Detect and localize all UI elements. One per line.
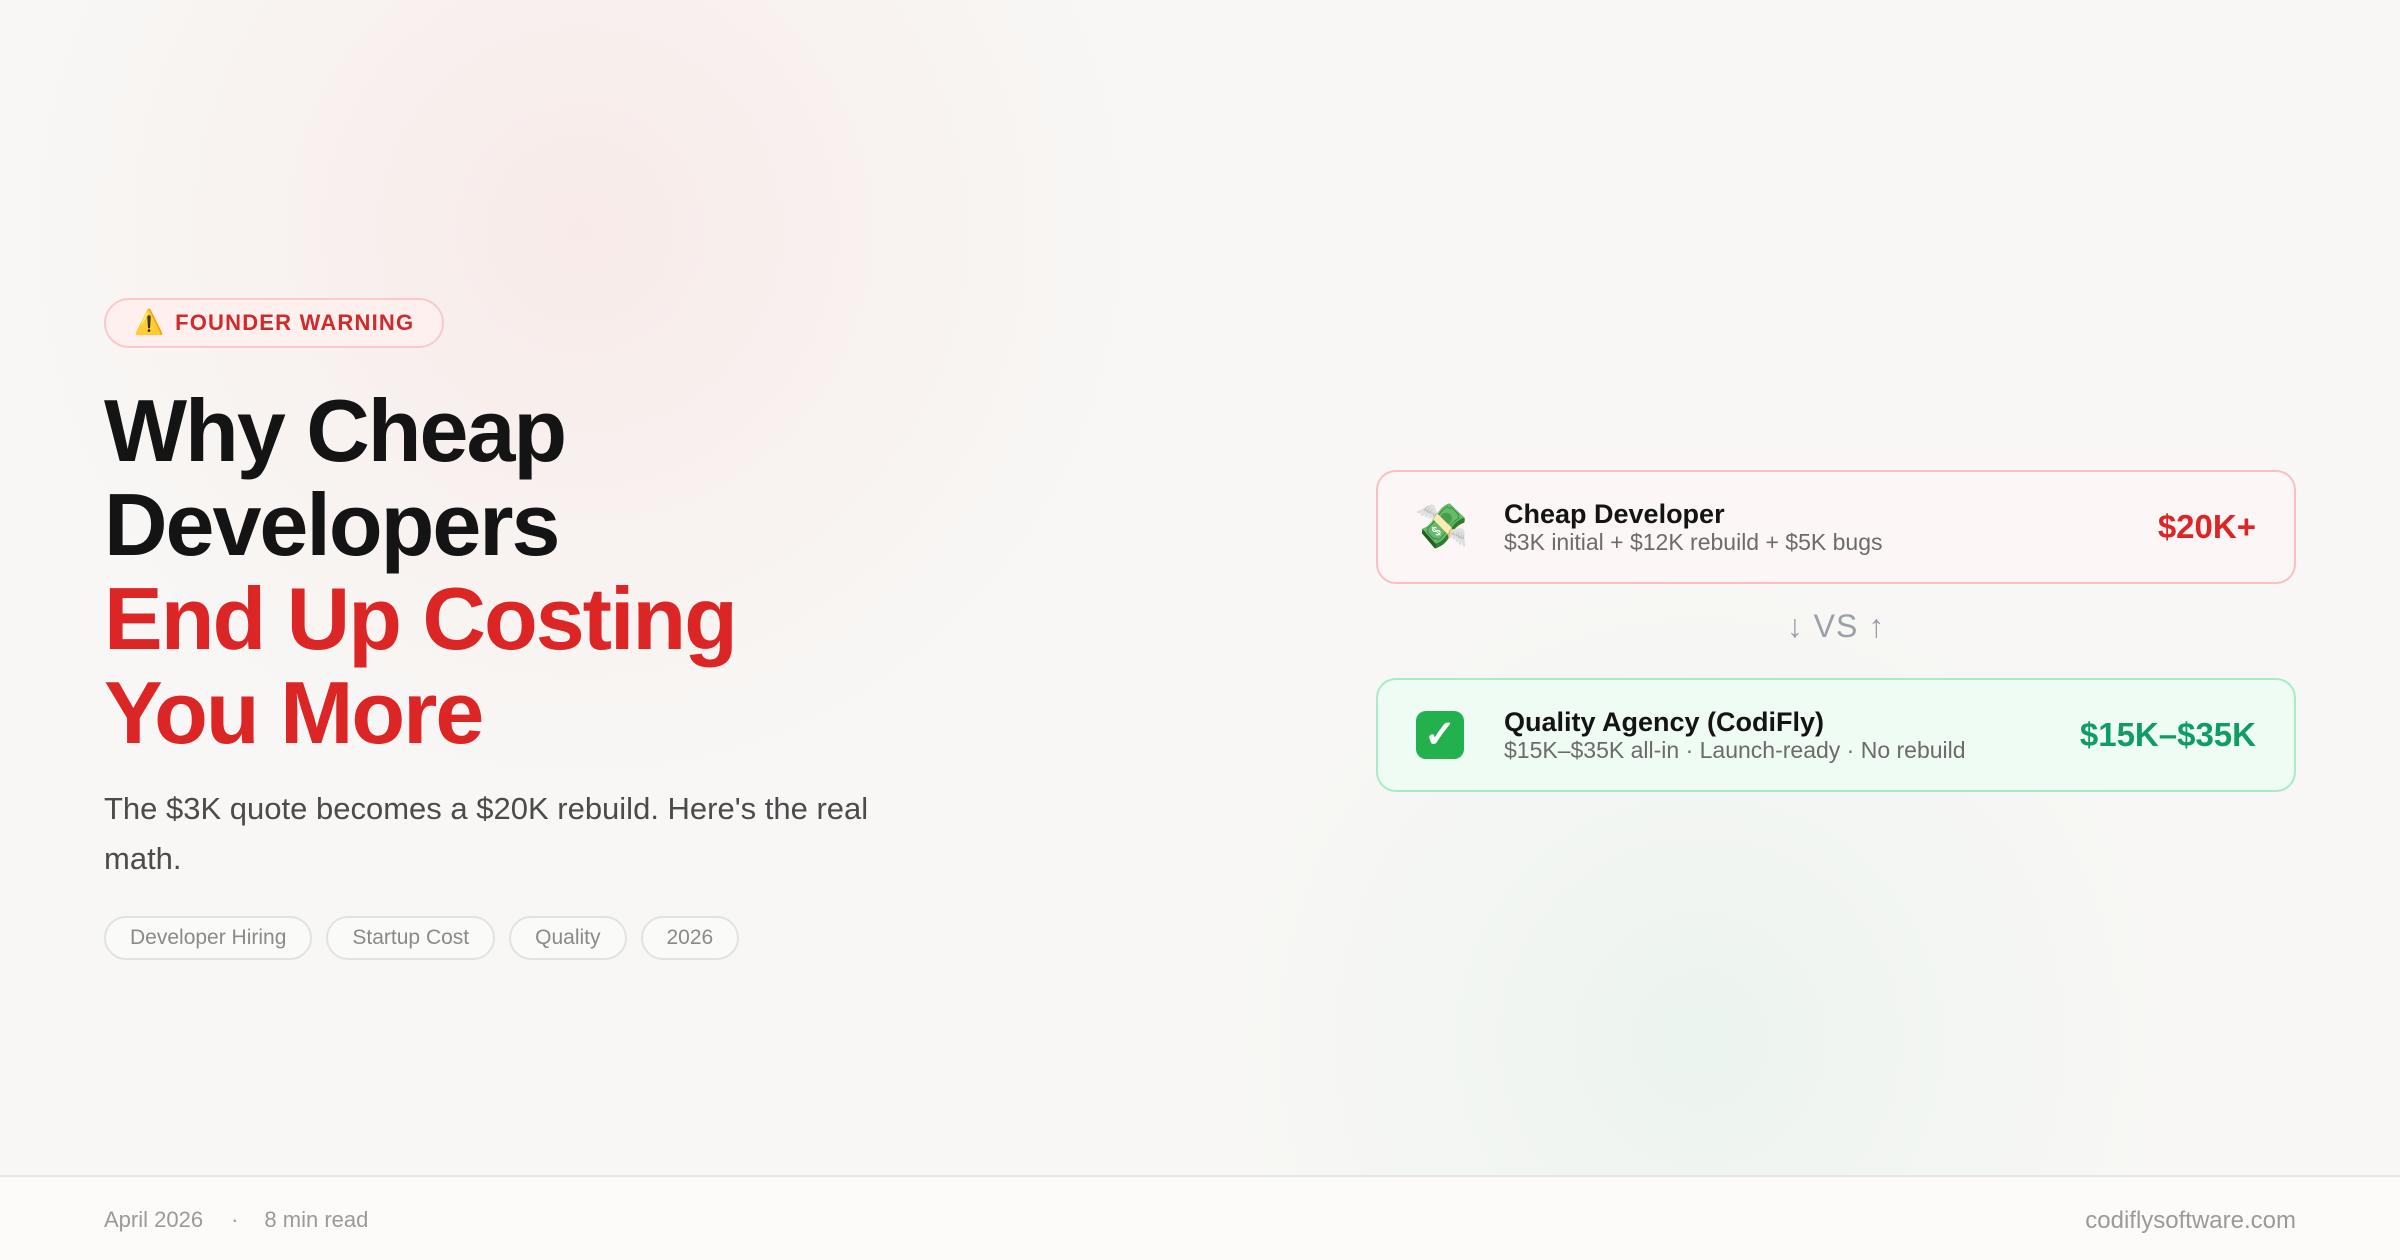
tag-developer-hiring[interactable]: Developer Hiring <box>104 916 313 960</box>
title-line-2: Developers <box>104 475 560 574</box>
cheap-developer-description: $3K initial + $12K rebuild + $5K bugs <box>1504 529 1883 555</box>
page: ⚠️ FOUNDER WARNING Why Cheap Developers … <box>0 0 2400 1260</box>
cheap-developer-title: Cheap Developer <box>1504 499 1725 529</box>
badge-label: FOUNDER WARNING <box>175 310 415 335</box>
site-domain-link[interactable]: codiflysoftware.com <box>2085 1207 2296 1235</box>
tag-quality[interactable]: Quality <box>509 916 627 960</box>
money-with-wings-icon: 💸 <box>1414 502 1469 551</box>
meta-separator: · <box>231 1207 239 1232</box>
page-title: Why Cheap Developers End Up Costing You … <box>104 384 1004 760</box>
tag-2026[interactable]: 2026 <box>640 916 740 960</box>
hero-section: ⚠️ FOUNDER WARNING Why Cheap Developers … <box>104 298 1004 960</box>
check-mark-icon: ✓ <box>1416 711 1464 759</box>
quality-agency-title: Quality Agency (CodiFly) <box>1504 707 1825 737</box>
quality-agency-text: Quality Agency (CodiFly) $15K–$35K all-i… <box>1504 707 2080 763</box>
title-line-1: Why Cheap <box>104 381 567 480</box>
quality-agency-price: $15K–$35K <box>2079 716 2256 753</box>
quality-agency-description: $15K–$35K all-in · Launch-ready · No reb… <box>1504 737 1966 763</box>
vs-divider: ↓ VS ↑ <box>1786 608 1886 644</box>
cheap-developer-price: $20K+ <box>2157 508 2256 545</box>
publish-date: April 2026 <box>104 1207 204 1232</box>
cheap-developer-text: Cheap Developer $3K initial + $12K rebui… <box>1504 499 2158 555</box>
title-line-3: End Up Costing <box>104 569 738 668</box>
footer: April 2026 · 8 min read codiflysoftware.… <box>0 1175 2400 1260</box>
subtitle: The $3K quote becomes a $20K rebuild. He… <box>104 791 869 876</box>
cheap-developer-card: 💸 Cheap Developer $3K initial + $12K reb… <box>1376 470 2296 584</box>
tag-list: Developer Hiring Startup Cost Quality 20… <box>104 916 1004 960</box>
founder-warning-badge: ⚠️ FOUNDER WARNING <box>104 298 445 348</box>
read-time: 8 min read <box>264 1207 369 1232</box>
tag-startup-cost[interactable]: Startup Cost <box>326 916 496 960</box>
post-meta: April 2026 · 8 min read <box>104 1207 368 1233</box>
quality-agency-card: ✓ Quality Agency (CodiFly) $15K–$35K all… <box>1376 678 2296 792</box>
title-line-4: You More <box>104 663 484 762</box>
warning-icon: ⚠️ <box>134 309 166 336</box>
